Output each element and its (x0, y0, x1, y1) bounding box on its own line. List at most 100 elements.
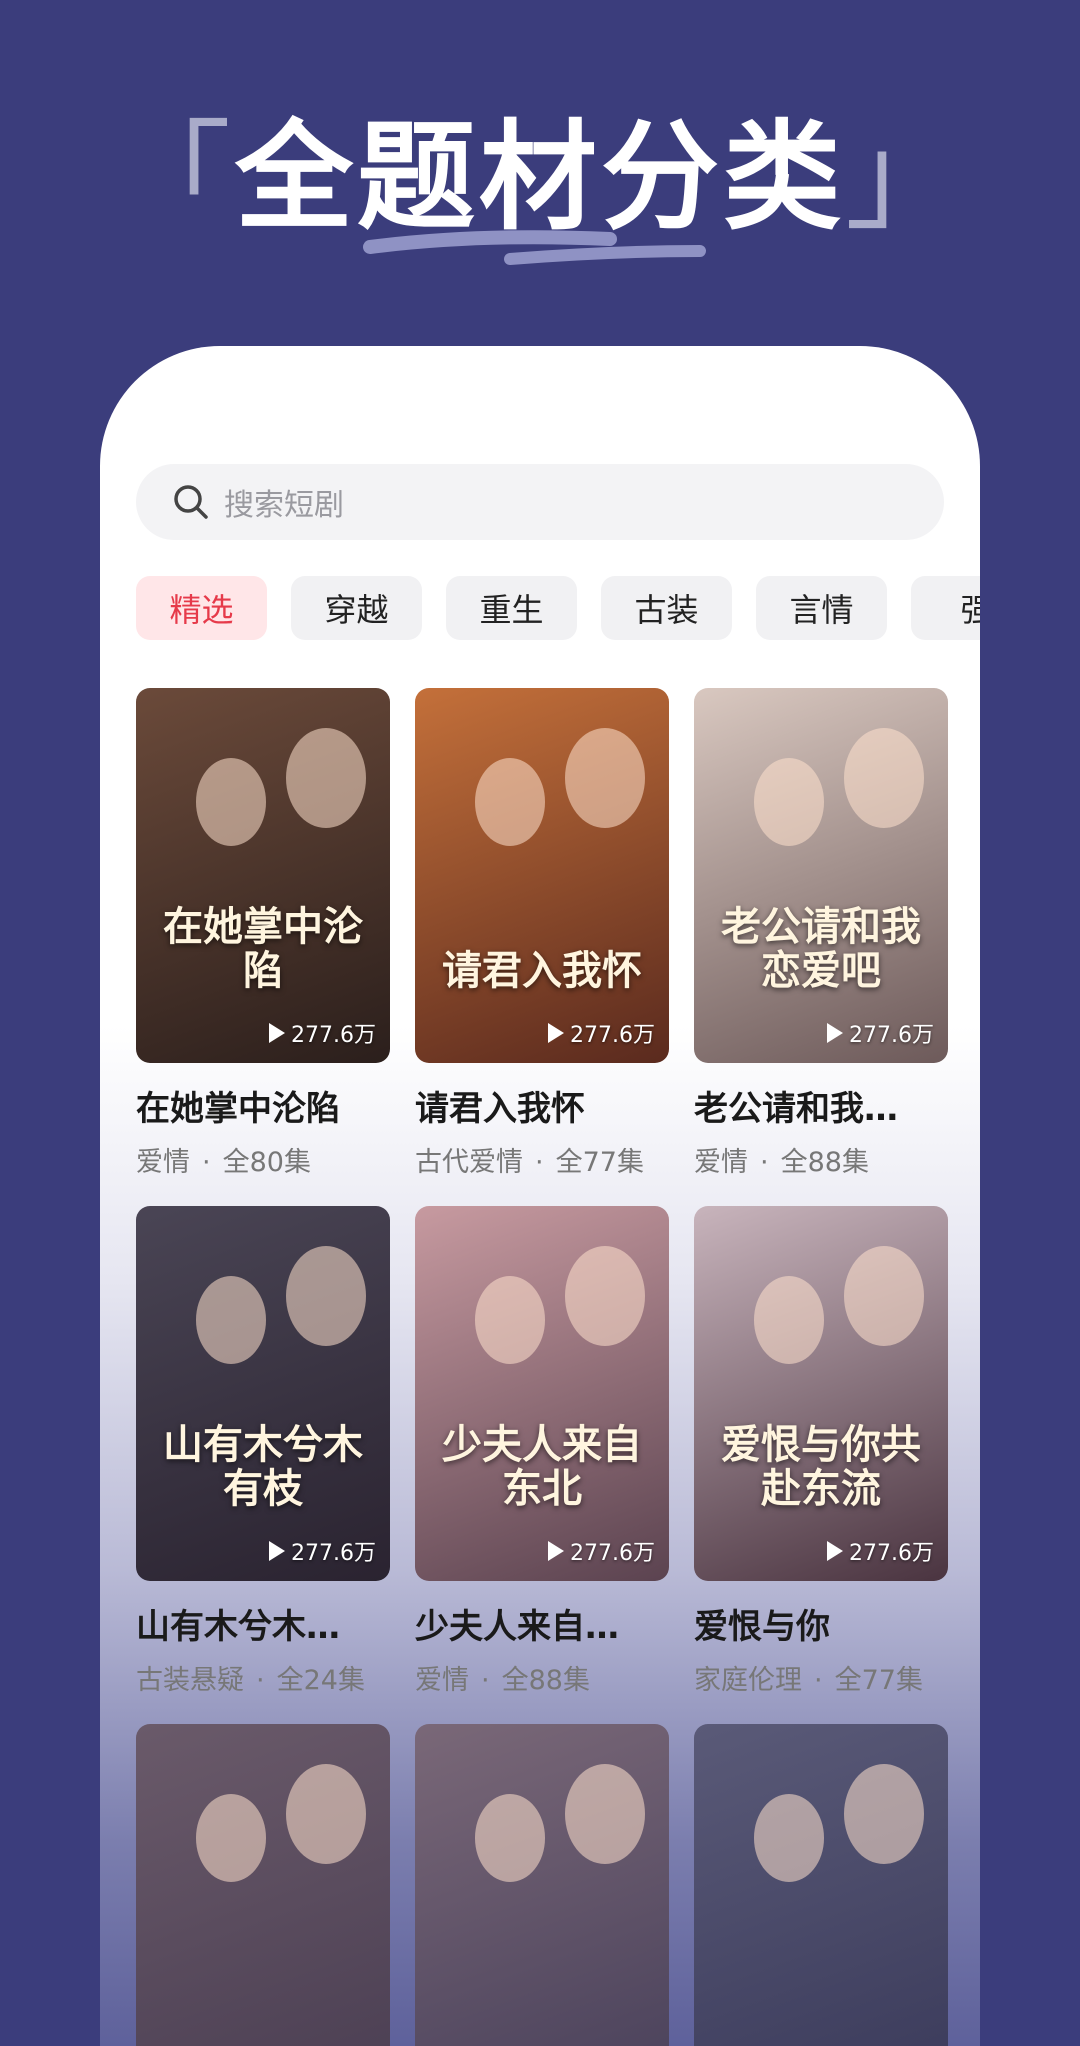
drama-meta: 古代爱情 · 全77集 (415, 1140, 669, 1179)
play-icon (269, 1023, 286, 1043)
poster-figure (475, 1276, 545, 1364)
headline-close-bracket: 」 (845, 108, 968, 246)
category-tabs: 精选 穿越 重生 古装 言情 强 (136, 576, 980, 640)
drama-poster[interactable] (136, 1724, 390, 2046)
drama-genre: 爱情 (415, 1665, 469, 1696)
meta-separator: · (814, 1665, 823, 1696)
play-count: 277.6万 (548, 1017, 655, 1049)
drama-title[interactable]: 请君入我怀 (415, 1081, 669, 1130)
play-count-value: 277.6万 (291, 1023, 376, 1048)
poster-title: 爱恨与你共赴东流 (721, 1421, 921, 1512)
drama-card[interactable] (415, 1724, 669, 2046)
drama-meta: 爱情 · 全88集 (415, 1658, 669, 1697)
poster-figure (196, 1276, 266, 1364)
drama-episodes: 全80集 (222, 1147, 311, 1178)
tab-romance[interactable]: 言情 (756, 576, 887, 640)
drama-meta: 古装悬疑 · 全24集 (136, 1658, 390, 1697)
headline: 「全题材分类」 (0, 118, 1080, 236)
poster-title: 老公请和我恋爱吧 (721, 903, 921, 994)
drama-episodes: 全88集 (501, 1665, 590, 1696)
drama-episodes: 全77集 (834, 1665, 923, 1696)
poster-figure (844, 1764, 924, 1864)
play-count-value: 277.6万 (849, 1023, 934, 1048)
drama-poster[interactable]: 请君入我怀 277.6万 (415, 688, 669, 1063)
meta-separator: · (202, 1147, 211, 1178)
poster-figure (844, 1246, 924, 1346)
play-icon (827, 1023, 844, 1043)
drama-poster[interactable] (694, 1724, 948, 2046)
poster-title: 少夫人来自东北 (442, 1421, 642, 1512)
tab-rebirth[interactable]: 重生 (446, 576, 577, 640)
drama-poster[interactable]: 少夫人来自东北 277.6万 (415, 1206, 669, 1581)
tab-featured[interactable]: 精选 (136, 576, 267, 640)
drama-meta: 爱情 · 全80集 (136, 1140, 390, 1179)
drama-card[interactable] (136, 1724, 390, 2046)
poster-figure (475, 1794, 545, 1882)
play-count-value: 277.6万 (849, 1541, 934, 1566)
meta-separator: · (760, 1147, 769, 1178)
play-icon (269, 1541, 286, 1561)
play-count: 277.6万 (548, 1535, 655, 1567)
poster-figure (286, 1764, 366, 1864)
drama-title[interactable]: 在她掌中沦陷 (136, 1081, 390, 1130)
drama-card[interactable]: 少夫人来自东北 277.6万少夫人来自… 爱情 · 全88集 (415, 1206, 669, 1697)
drama-meta: 爱情 · 全88集 (694, 1140, 948, 1179)
poster-figure (196, 1794, 266, 1882)
search-icon (174, 485, 208, 519)
drama-title[interactable]: 老公请和我… (694, 1081, 948, 1130)
drama-card[interactable]: 在她掌中沦陷 277.6万 在她掌中沦陷 爱情 · 全80集 (136, 688, 390, 1179)
poster-title: 山有木兮木有枝 (163, 1421, 363, 1512)
drama-poster[interactable] (415, 1724, 669, 2046)
drama-meta: 家庭伦理 · 全77集 (694, 1658, 948, 1697)
drama-genre: 古代爱情 (415, 1147, 523, 1178)
tab-time-travel[interactable]: 穿越 (291, 576, 422, 640)
meta-separator: · (256, 1665, 265, 1696)
drama-card[interactable]: 爱恨与你共赴东流 277.6万爱恨与你家庭伦理 · 全77集 (694, 1206, 948, 1697)
play-icon (548, 1023, 565, 1043)
drama-poster[interactable]: 老公请和我恋爱吧 277.6万 (694, 688, 948, 1063)
meta-separator: · (535, 1147, 544, 1178)
play-count: 277.6万 (827, 1017, 934, 1049)
search-placeholder: 搜索短剧 (224, 488, 344, 523)
play-count: 277.6万 (269, 1535, 376, 1567)
play-icon (548, 1541, 565, 1561)
drama-card[interactable]: 山有木兮木有枝 277.6万山有木兮木… 古装悬疑 · 全24集 (136, 1206, 390, 1697)
search-bar[interactable]: 搜索短剧 (136, 464, 944, 540)
headline-open-bracket: 「 (112, 108, 235, 246)
drama-card[interactable]: 老公请和我恋爱吧 277.6万老公请和我… 爱情 · 全88集 (694, 688, 948, 1179)
tab-more[interactable]: 强 (911, 576, 980, 640)
poster-figure (565, 1246, 645, 1346)
poster-figure (565, 728, 645, 828)
drama-card[interactable] (694, 1724, 948, 2046)
poster-figure (754, 1276, 824, 1364)
drama-card[interactable]: 请君入我怀 277.6万 请君入我怀 古代爱情 · 全77集 (415, 688, 669, 1179)
drama-genre: 古装悬疑 (136, 1665, 244, 1696)
drama-poster[interactable]: 爱恨与你共赴东流 277.6万 (694, 1206, 948, 1581)
play-count-value: 277.6万 (291, 1541, 376, 1566)
play-count: 277.6万 (827, 1535, 934, 1567)
drama-poster[interactable]: 在她掌中沦陷 277.6万 (136, 688, 390, 1063)
drama-episodes: 全24集 (276, 1665, 365, 1696)
drama-episodes: 全77集 (555, 1147, 644, 1178)
play-count-value: 277.6万 (570, 1023, 655, 1048)
drama-title[interactable]: 少夫人来自… (415, 1599, 669, 1648)
poster-title: 在她掌中沦陷 (163, 903, 363, 994)
drama-title[interactable]: 山有木兮木… (136, 1599, 390, 1648)
poster-figure (565, 1764, 645, 1864)
tab-costume[interactable]: 古装 (601, 576, 732, 640)
poster-title: 请君入我怀 (442, 947, 642, 994)
play-count-value: 277.6万 (570, 1541, 655, 1566)
phone-frame: 搜索短剧 精选 穿越 重生 古装 言情 强 在她掌中沦陷 277.6万 在她掌中沦陷… (100, 346, 980, 2046)
drama-genre: 爱情 (694, 1147, 748, 1178)
poster-figure (475, 758, 545, 846)
poster-figure (286, 728, 366, 828)
drama-poster[interactable]: 山有木兮木有枝 277.6万 (136, 1206, 390, 1581)
drama-genre: 家庭伦理 (694, 1665, 802, 1696)
play-count: 277.6万 (269, 1017, 376, 1049)
meta-separator: · (481, 1665, 490, 1696)
poster-figure (286, 1246, 366, 1346)
poster-figure (196, 758, 266, 846)
drama-title[interactable]: 爱恨与你 (694, 1599, 948, 1648)
drama-episodes: 全88集 (780, 1147, 869, 1178)
drama-genre: 爱情 (136, 1147, 190, 1178)
